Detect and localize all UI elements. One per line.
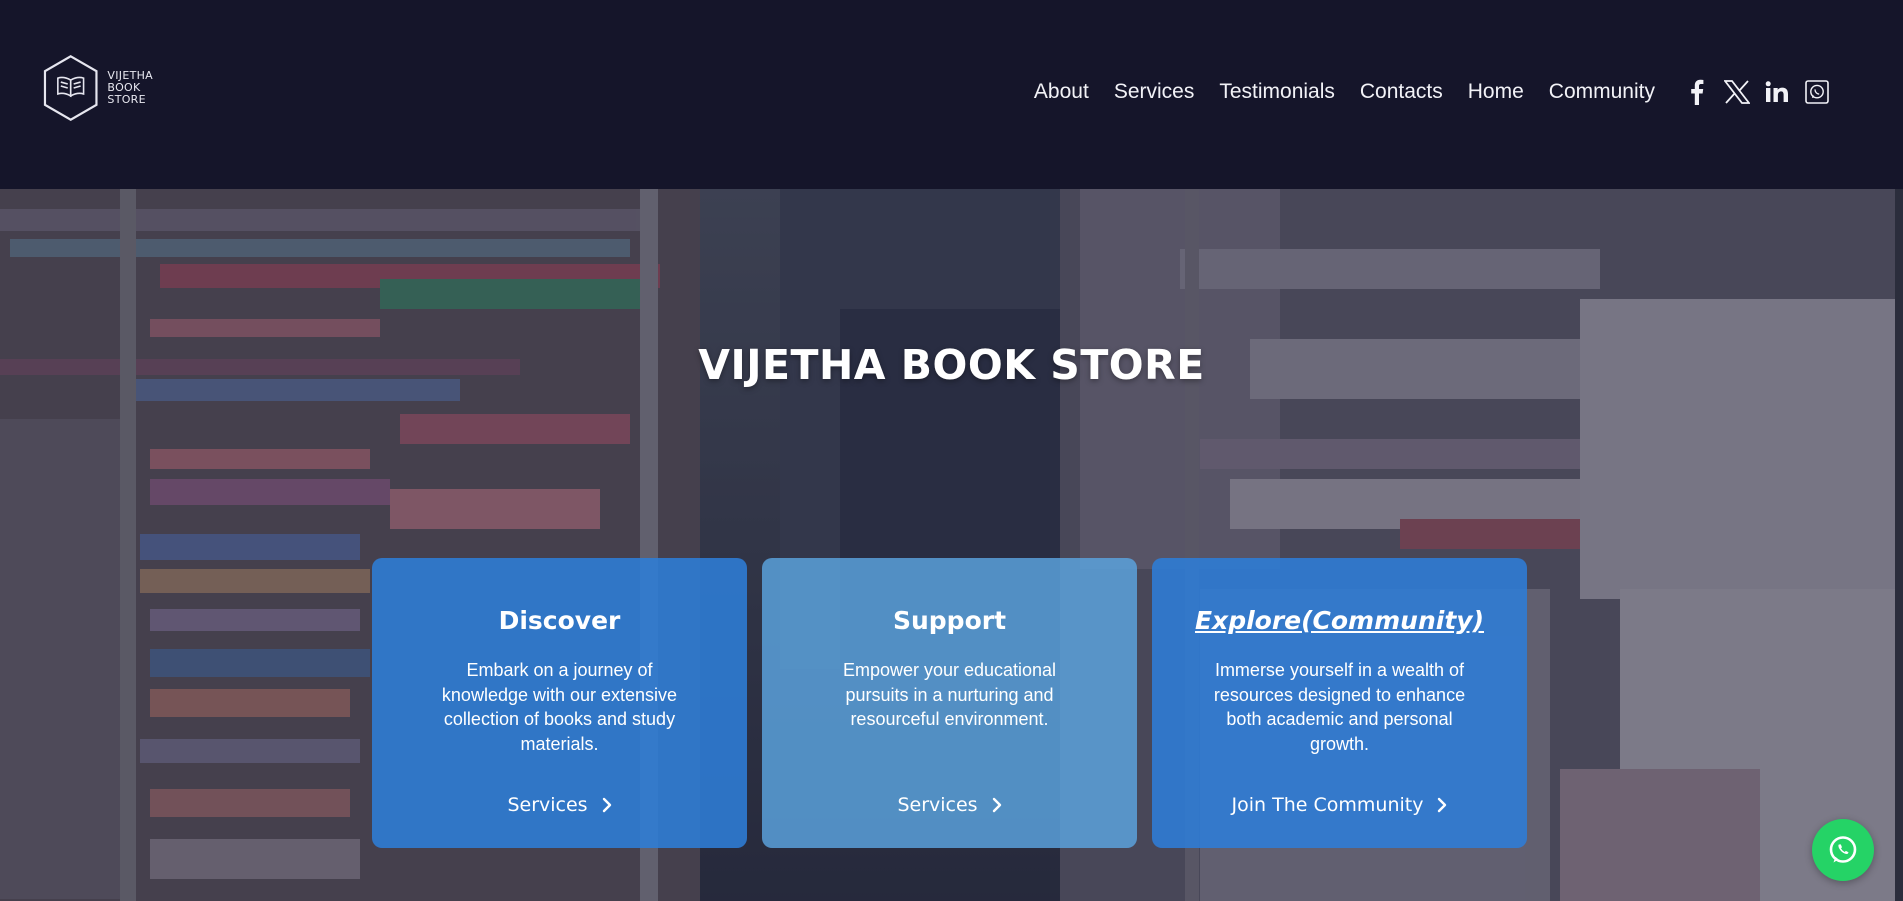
card-title: Support <box>892 606 1007 635</box>
whatsapp-icon[interactable] <box>1803 78 1831 106</box>
nav-services[interactable]: Services <box>1114 80 1195 104</box>
card-description: Embark on a journey of knowledge with ou… <box>441 660 678 754</box>
brand-logo[interactable]: VIJETHA BOOK STORE <box>42 54 182 122</box>
nav-about[interactable]: About <box>1034 80 1089 104</box>
chevron-right-icon <box>1438 797 1447 813</box>
feature-cards: Discover Embark on a journey of knowledg… <box>372 558 1527 848</box>
hero-title: VIJETHA BOOK STORE <box>698 341 1205 389</box>
nav-home[interactable]: Home <box>1468 80 1524 104</box>
logo-wordmark: VIJETHA BOOK STORE <box>107 70 182 106</box>
whatsapp-chat-button[interactable] <box>1812 819 1874 881</box>
facebook-icon[interactable] <box>1683 78 1711 106</box>
chevron-right-icon <box>992 797 1001 813</box>
nav-community[interactable]: Community <box>1549 80 1655 104</box>
card-discover: Discover Embark on a journey of knowledg… <box>372 558 747 848</box>
nav-testimonials[interactable]: Testimonials <box>1219 80 1335 104</box>
page-scrollbar[interactable] <box>1895 189 1903 901</box>
card-discover-services-link[interactable]: Services <box>372 794 747 816</box>
card-action-label: Join The Community <box>1231 794 1424 816</box>
hero-section: VIJETHA BOOK STORE Discover Embark on a … <box>0 189 1903 901</box>
site-header: VIJETHA BOOK STORE About Services Testim… <box>0 0 1903 189</box>
hexagon-book-logo-icon <box>43 55 98 121</box>
x-twitter-icon[interactable] <box>1723 78 1751 106</box>
social-links <box>1683 78 1831 106</box>
main-nav: About Services Testimonials Contacts Hom… <box>1034 78 1831 106</box>
card-action-label: Services <box>507 794 588 816</box>
logo-line-2: BOOK STORE <box>107 81 146 106</box>
join-community-link[interactable]: Join The Community <box>1152 794 1527 816</box>
card-description: Empower your educational pursuits in a n… <box>842 660 1057 729</box>
card-explore-community: Explore(Community) Immerse yourself in a… <box>1152 558 1527 848</box>
chevron-right-icon <box>602 797 611 813</box>
linkedin-icon[interactable] <box>1763 78 1791 106</box>
card-description: Immerse yourself in a wealth of resource… <box>1213 660 1466 754</box>
card-title-community-link[interactable]: Explore(Community) <box>1152 606 1527 635</box>
card-support: Support Empower your educational pursuit… <box>762 558 1137 848</box>
whatsapp-icon <box>1829 836 1857 863</box>
card-title: Discover <box>498 606 621 635</box>
card-action-label: Services <box>897 794 978 816</box>
card-support-services-link[interactable]: Services <box>762 794 1137 816</box>
nav-contacts[interactable]: Contacts <box>1360 80 1443 104</box>
